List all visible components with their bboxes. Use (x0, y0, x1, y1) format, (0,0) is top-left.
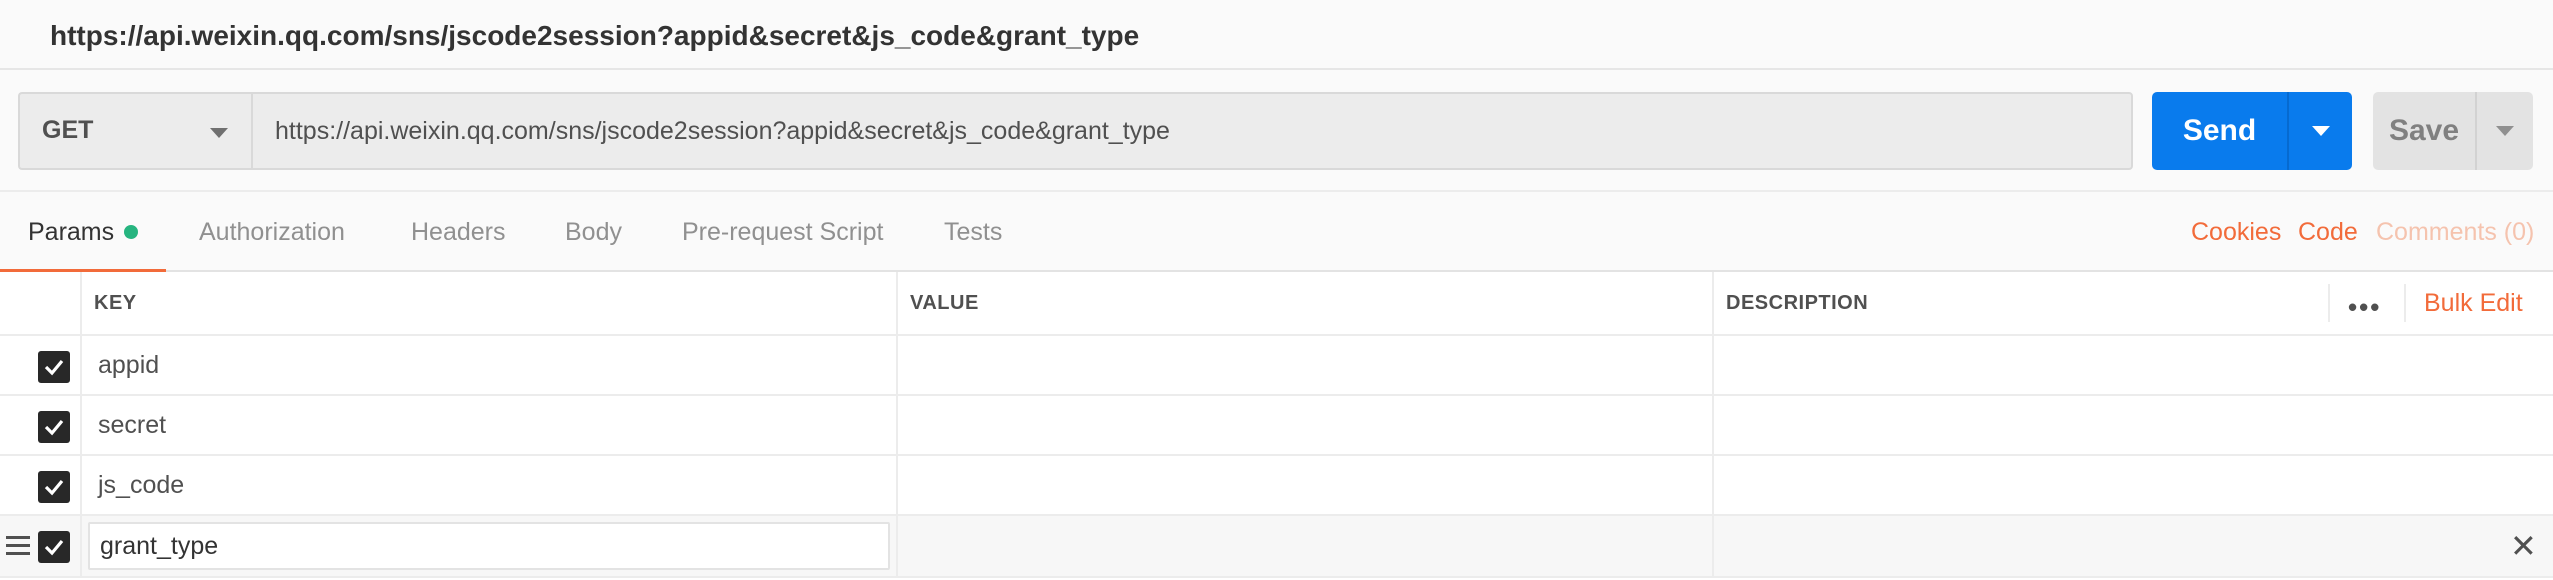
url-input[interactable] (251, 92, 2133, 170)
method-label: GET (42, 116, 94, 144)
check-icon (44, 359, 64, 376)
method-select[interactable]: GET (18, 92, 252, 170)
save-options-button[interactable] (2477, 92, 2533, 170)
description-column-header: DESCRIPTION (1726, 291, 1869, 314)
tab-body[interactable]: Body (565, 192, 622, 272)
code-link[interactable]: Code (2298, 192, 2358, 272)
close-icon[interactable]: ✕ (2510, 530, 2537, 562)
tab-pre-request-script[interactable]: Pre-request Script (682, 192, 883, 272)
tab-params[interactable]: Params (0, 192, 167, 274)
column-divider (80, 516, 82, 576)
check-icon (44, 479, 64, 496)
save-button[interactable]: Save (2373, 92, 2477, 170)
row-checkbox[interactable] (38, 471, 70, 503)
param-key[interactable]: appid (98, 336, 159, 394)
chevron-down-icon (2312, 126, 2330, 136)
column-divider (1712, 336, 1714, 394)
request-title-bar: https://api.weixin.qq.com/sns/jscode2ses… (0, 0, 2553, 70)
row-checkbox[interactable] (38, 411, 70, 443)
param-value[interactable] (910, 336, 1710, 394)
column-divider (896, 516, 898, 576)
params-table: KEY VALUE DESCRIPTION ••• Bulk Edit appi… (0, 272, 2553, 580)
tab-headers[interactable]: Headers (411, 192, 506, 272)
key-column-header: KEY (94, 291, 137, 314)
column-divider (2328, 284, 2330, 322)
column-divider (896, 396, 898, 454)
column-divider (896, 456, 898, 514)
column-divider (80, 336, 82, 394)
request-bar: GET Send Save (0, 70, 2553, 192)
column-divider (896, 336, 898, 394)
param-description[interactable] (1726, 516, 2486, 574)
check-icon (44, 539, 64, 556)
column-divider (80, 272, 82, 334)
column-divider (1712, 272, 1714, 334)
param-value[interactable] (910, 456, 1710, 514)
tab-label: Params (28, 217, 115, 246)
status-dot-icon (124, 225, 139, 239)
table-row: secret (0, 396, 2553, 456)
send-button[interactable]: Send (2152, 92, 2289, 170)
column-divider (80, 396, 82, 454)
comments-link[interactable]: Comments (0) (2376, 192, 2534, 272)
param-key-input[interactable] (88, 522, 890, 570)
column-divider (2404, 284, 2406, 322)
table-row: appid (0, 336, 2553, 396)
more-horizontal-icon[interactable]: ••• (2348, 292, 2381, 323)
cookies-link[interactable]: Cookies (2191, 192, 2281, 272)
value-column-header: VALUE (910, 291, 979, 314)
tab-tests[interactable]: Tests (944, 192, 1002, 272)
table-row: ✕ (0, 516, 2553, 578)
param-description[interactable] (1726, 336, 2546, 394)
column-divider (1712, 456, 1714, 514)
send-options-button[interactable] (2289, 92, 2352, 170)
param-value[interactable] (910, 516, 1710, 574)
request-tabs: Params Authorization Headers Body Pre-re… (0, 192, 2553, 274)
column-divider (80, 456, 82, 514)
save-button-group: Save (2373, 92, 2533, 170)
param-key[interactable]: js_code (98, 456, 184, 514)
table-row: js_code (0, 456, 2553, 516)
column-divider (896, 272, 898, 334)
row-checkbox[interactable] (38, 351, 70, 383)
param-description[interactable] (1726, 396, 2546, 454)
bulk-edit-button[interactable]: Bulk Edit (2424, 272, 2523, 334)
tab-authorization[interactable]: Authorization (199, 192, 345, 272)
table-header-row: KEY VALUE DESCRIPTION ••• Bulk Edit (0, 272, 2553, 336)
column-divider (1712, 516, 1714, 576)
drag-handle-icon[interactable] (6, 536, 30, 556)
chevron-down-icon (2496, 126, 2514, 136)
chevron-down-icon (210, 128, 228, 138)
param-value[interactable] (910, 396, 1710, 454)
param-key[interactable]: secret (98, 396, 166, 454)
column-divider (1712, 396, 1714, 454)
request-title[interactable]: https://api.weixin.qq.com/sns/jscode2ses… (50, 20, 1139, 52)
check-icon (44, 419, 64, 436)
send-button-group: Send (2152, 92, 2352, 170)
row-checkbox[interactable] (38, 531, 70, 563)
param-description[interactable] (1726, 456, 2546, 514)
